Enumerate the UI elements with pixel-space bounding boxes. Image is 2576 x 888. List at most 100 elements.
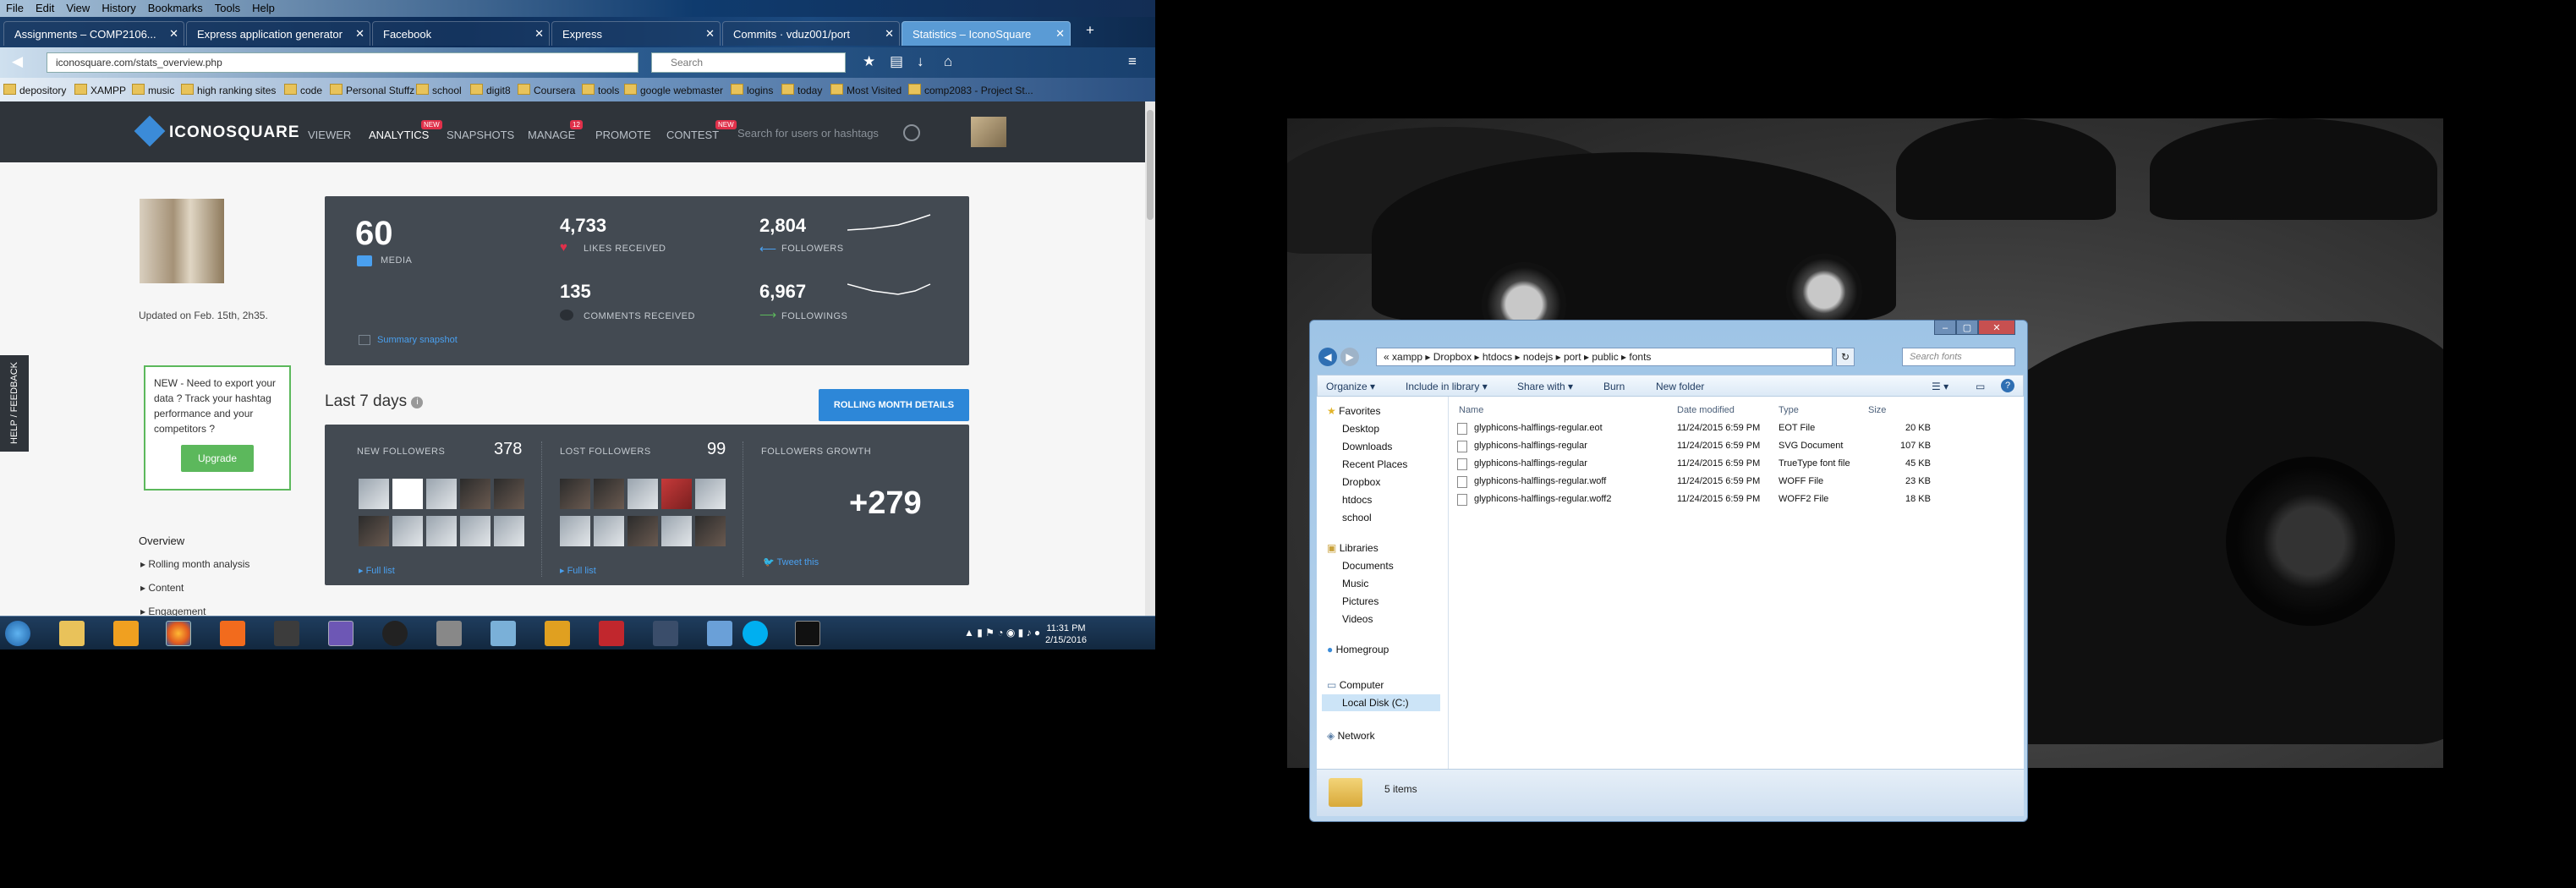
- menu-view[interactable]: View: [60, 0, 96, 16]
- view-options-icon[interactable]: ☰ ▾: [1932, 381, 1948, 392]
- nav-downloads[interactable]: Downloads: [1342, 441, 1392, 452]
- follower-avatar[interactable]: [460, 479, 491, 509]
- include-library-button[interactable]: Include in library ▾: [1406, 381, 1488, 392]
- nav-school[interactable]: school: [1342, 512, 1372, 523]
- preview-pane-icon[interactable]: ▭: [1976, 381, 1985, 392]
- nav-local-disk[interactable]: Local Disk (C:): [1322, 694, 1440, 711]
- menu-tools[interactable]: Tools: [209, 0, 246, 16]
- app-taskbar-icon[interactable]: [382, 621, 408, 646]
- menu-help[interactable]: Help: [246, 0, 281, 16]
- tab-facebook[interactable]: Facebook ✕: [372, 21, 550, 46]
- lost-followers-full-list[interactable]: ▸ Full list: [560, 565, 596, 576]
- nav-snapshots[interactable]: SNAPSHOTS: [447, 129, 514, 141]
- favorites-header[interactable]: ★ Favorites: [1327, 405, 1380, 417]
- follower-avatar[interactable]: [560, 479, 590, 509]
- github-taskbar-icon[interactable]: [328, 621, 354, 646]
- tray-icons[interactable]: ▲ ▮ ⚑ ◔ ◉ ▮ ♪ ●: [964, 627, 1040, 639]
- menu-edit[interactable]: Edit: [30, 0, 60, 16]
- explorer-taskbar-icon[interactable]: [59, 621, 85, 646]
- menu-history[interactable]: History: [96, 0, 141, 16]
- close-icon[interactable]: ✕: [705, 27, 715, 41]
- browser-search-input[interactable]: Search: [651, 52, 846, 73]
- nav-desktop[interactable]: Desktop: [1342, 423, 1379, 435]
- site-search-input[interactable]: Search for users or hashtags: [737, 127, 879, 140]
- homegroup-header[interactable]: ● Homegroup: [1327, 644, 1389, 655]
- tweet-link[interactable]: 🐦 Tweet this: [763, 556, 819, 567]
- bookmark-today[interactable]: today: [781, 84, 822, 96]
- back-icon[interactable]: ◀: [1318, 348, 1337, 366]
- app-taskbar-icon[interactable]: [653, 621, 678, 646]
- url-bar[interactable]: iconosquare.com/stats_overview.php: [47, 52, 639, 73]
- follower-avatar[interactable]: [661, 479, 692, 509]
- xampp-taskbar-icon[interactable]: [220, 621, 245, 646]
- new-tab-icon[interactable]: +: [1086, 22, 1094, 39]
- tab-iconosquare[interactable]: Statistics – IconoSquare ✕: [902, 21, 1071, 46]
- overview-item-rolling[interactable]: ▸ Rolling month analysis: [140, 558, 249, 570]
- new-followers-full-list[interactable]: ▸ Full list: [359, 565, 395, 576]
- bookmark-music[interactable]: music: [132, 84, 174, 96]
- minimize-button[interactable]: ‒: [1934, 320, 1956, 335]
- feedback-tab[interactable]: HELP / FEEDBACK: [0, 355, 29, 452]
- nav-promote[interactable]: PROMOTE: [595, 129, 651, 141]
- follower-avatar[interactable]: [661, 516, 692, 546]
- follower-avatar[interactable]: [695, 479, 726, 509]
- file-row[interactable]: glyphicons-halflings-regular.woff 11/24/2…: [1457, 474, 2015, 491]
- explorer-search-input[interactable]: Search fonts: [1902, 348, 2015, 366]
- organize-button[interactable]: Organize ▾: [1326, 381, 1375, 392]
- breadcrumb-item[interactable]: xampp: [1392, 351, 1422, 363]
- tab-assignments[interactable]: Assignments – COMP2106... ✕: [3, 21, 184, 46]
- bookmark-depository[interactable]: depository: [3, 84, 66, 96]
- libraries-header[interactable]: ▣ Libraries: [1327, 542, 1378, 554]
- follower-avatar[interactable]: [359, 479, 389, 509]
- bookmark-coursera[interactable]: Coursera: [518, 84, 575, 96]
- nav-htdocs[interactable]: htdocs: [1342, 494, 1372, 506]
- close-icon[interactable]: ✕: [355, 27, 364, 41]
- bookmark-digit8[interactable]: digit8: [470, 84, 511, 96]
- nav-music[interactable]: Music: [1342, 578, 1368, 589]
- follower-avatar[interactable]: [426, 479, 457, 509]
- follower-avatar[interactable]: [628, 516, 658, 546]
- overview-item-content[interactable]: ▸ Content: [140, 582, 184, 594]
- breadcrumb-item[interactable]: public: [1592, 351, 1618, 363]
- bookmark-xampp[interactable]: XAMPP: [74, 84, 126, 96]
- close-icon[interactable]: ✕: [169, 27, 178, 41]
- bookmark-school[interactable]: school: [416, 84, 462, 96]
- close-icon[interactable]: ✕: [534, 27, 544, 41]
- follower-avatar[interactable]: [494, 479, 524, 509]
- app-taskbar-icon[interactable]: [436, 621, 462, 646]
- nav-documents[interactable]: Documents: [1342, 560, 1394, 572]
- site-logo[interactable]: ICONOSQUARE: [134, 115, 300, 147]
- follower-avatar[interactable]: [359, 516, 389, 546]
- follower-avatar[interactable]: [628, 479, 658, 509]
- breadcrumb-item[interactable]: fonts: [1629, 351, 1651, 363]
- column-type[interactable]: Type: [1779, 405, 1799, 415]
- bookmark-personal[interactable]: Personal Stuffz: [330, 84, 414, 96]
- sublime-taskbar-icon[interactable]: [274, 621, 299, 646]
- menu-file[interactable]: File: [0, 0, 30, 16]
- maximize-button[interactable]: ▢: [1956, 320, 1978, 335]
- system-clock[interactable]: 11:31 PM 2/15/2016: [1045, 622, 1087, 646]
- nav-videos[interactable]: Videos: [1342, 613, 1373, 625]
- start-button[interactable]: [5, 621, 30, 646]
- forward-icon[interactable]: ▶: [1340, 348, 1359, 366]
- follower-avatar[interactable]: [494, 516, 524, 546]
- firefox-taskbar-icon[interactable]: [166, 621, 191, 646]
- nav-analytics[interactable]: ANALYTICS NEW: [369, 120, 442, 141]
- file-row[interactable]: glyphicons-halflings-regular.woff2 11/24/…: [1457, 491, 2015, 508]
- summary-snapshot-link[interactable]: Summary snapshot: [377, 335, 458, 345]
- avatar[interactable]: [971, 117, 1006, 147]
- column-size[interactable]: Size: [1868, 405, 1886, 415]
- bookmark-code[interactable]: code: [284, 84, 322, 96]
- follower-avatar[interactable]: [392, 516, 423, 546]
- follower-avatar[interactable]: [392, 479, 423, 509]
- bookmark-high-ranking[interactable]: high ranking sites: [181, 84, 276, 96]
- upgrade-button[interactable]: Upgrade: [181, 445, 254, 472]
- follower-avatar[interactable]: [426, 516, 457, 546]
- bookmark-most-visited[interactable]: Most Visited: [830, 84, 902, 96]
- nav-recent-places[interactable]: Recent Places: [1342, 458, 1407, 470]
- burn-button[interactable]: Burn: [1603, 381, 1625, 392]
- follower-avatar[interactable]: [460, 516, 491, 546]
- breadcrumb-item[interactable]: htdocs: [1483, 351, 1512, 363]
- close-icon[interactable]: ✕: [885, 27, 894, 41]
- media-player-taskbar-icon[interactable]: [113, 621, 139, 646]
